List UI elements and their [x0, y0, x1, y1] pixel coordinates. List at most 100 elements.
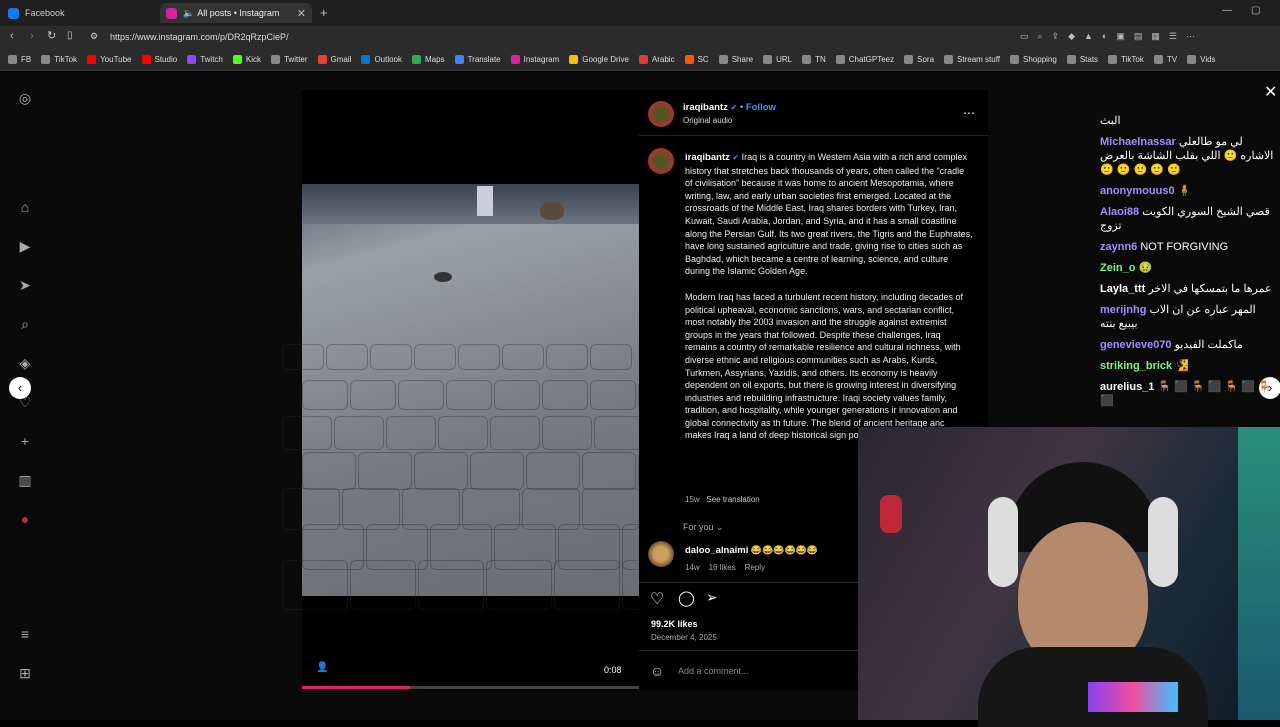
bookmark-item[interactable]: Studio — [141, 55, 177, 64]
bookmark-label: Maps — [425, 55, 445, 64]
bookmark-item[interactable]: TV — [1153, 55, 1177, 64]
tab-facebook[interactable]: Facebook — [2, 3, 158, 23]
caption-username[interactable]: iraqibantz — [685, 152, 730, 163]
chat-username[interactable]: Layla_ttt — [1100, 283, 1145, 295]
site-settings-icon[interactable]: ⚙ — [90, 31, 98, 42]
paving-tile — [526, 452, 580, 490]
bookmark-icon[interactable]: ▯ — [67, 30, 73, 41]
paving-tile — [542, 416, 592, 450]
minimize-button[interactable]: — — [1222, 5, 1232, 16]
chat-username[interactable]: Alaoi88 — [1100, 206, 1139, 218]
chat-username[interactable]: Zein_o — [1100, 262, 1135, 274]
bookmark-item[interactable]: Translate — [454, 55, 501, 64]
pigeon — [434, 272, 452, 282]
chat-username[interactable]: Michaelnassar — [1100, 136, 1176, 148]
bookmark-item[interactable]: Gmail — [317, 55, 351, 64]
mute-toggle-icon[interactable]: 👤 — [316, 662, 328, 673]
maximize-button[interactable]: ▢ — [1251, 5, 1260, 16]
bookmark-label: TN — [815, 55, 826, 64]
chat-username[interactable]: genevieve070 — [1100, 339, 1172, 351]
bookmark-icon — [569, 55, 579, 64]
bookmark-item[interactable]: URL — [763, 55, 792, 64]
bookmark-icon — [317, 55, 327, 64]
tab-instagram[interactable]: 🔈 All posts • Instagram ✕ — [160, 3, 312, 23]
more-options-icon[interactable]: ⋯ — [963, 106, 975, 120]
bookmark-label: Sora — [917, 55, 935, 64]
search-icon[interactable]: ⌕ — [17, 316, 33, 332]
like-icon[interactable]: ♡ — [650, 589, 664, 609]
author-username[interactable]: iraqibantz — [683, 102, 728, 113]
bookmark-item[interactable]: Vids — [1187, 55, 1216, 64]
share-icon[interactable]: ➢ — [706, 589, 718, 606]
also-from-meta-icon[interactable]: ⊞ — [17, 665, 33, 681]
paving-tile — [590, 380, 636, 410]
bookmark-item[interactable]: TikTok — [1108, 55, 1144, 64]
dashboard-icon[interactable]: ▥ — [17, 472, 33, 488]
bookmark-item[interactable]: Outlook — [361, 55, 402, 64]
see-translation-link[interactable]: See translation — [706, 495, 759, 504]
back-icon[interactable]: ‹ — [10, 30, 14, 42]
bookmark-item[interactable]: YouTube — [87, 55, 132, 64]
close-icon[interactable]: ✕ — [1264, 82, 1277, 102]
caption-avatar[interactable] — [648, 148, 674, 174]
bookmark-item[interactable]: Twitch — [187, 55, 223, 64]
home-icon[interactable]: ⌂ — [17, 199, 33, 215]
chat-username[interactable]: zaynn6 — [1100, 241, 1137, 253]
bookmark-item[interactable]: Instagram — [510, 55, 559, 64]
follow-button[interactable]: Follow — [746, 102, 776, 113]
profile-avatar-icon[interactable]: ● — [17, 511, 33, 527]
messages-icon[interactable]: ➤ — [17, 277, 33, 293]
reload-icon[interactable]: ↻ — [47, 29, 56, 42]
bookmark-item[interactable]: Kick — [232, 55, 261, 64]
chat-text: 🧍 — [1177, 185, 1192, 197]
bookmark-item[interactable]: Google Drive — [569, 55, 629, 64]
create-icon[interactable]: + — [17, 433, 33, 449]
bookmark-item[interactable]: Share — [718, 55, 753, 64]
url-input[interactable]: https://www.instagram.com/p/DR2qRzpCieP/ — [104, 29, 1004, 46]
reply-button[interactable]: Reply — [745, 563, 765, 572]
paving-tile — [282, 416, 332, 450]
paving-tile — [302, 380, 348, 410]
author-avatar[interactable] — [648, 101, 674, 127]
explore-icon[interactable]: ◈ — [17, 355, 33, 371]
instagram-logo-icon[interactable]: ◎ — [17, 90, 33, 106]
bookmark-item[interactable]: Twitter — [270, 55, 308, 64]
chat-username[interactable]: anonymouus0 — [1100, 185, 1175, 197]
paving-tile — [458, 344, 500, 370]
video-frame — [282, 184, 824, 610]
close-tab-icon[interactable]: ✕ — [297, 7, 306, 20]
emoji-icon[interactable]: ☺ — [650, 663, 664, 679]
likes-count[interactable]: 99.2K likes — [651, 619, 698, 629]
menu-icon[interactable]: ≡ — [17, 626, 33, 642]
comment-username[interactable]: daloo_alnaimi — [685, 545, 748, 556]
bookmark-item[interactable]: Stats — [1066, 55, 1098, 64]
forward-icon[interactable]: › — [30, 30, 34, 42]
reels-icon[interactable]: ▶ — [17, 238, 33, 254]
bookmark-item[interactable]: TN — [802, 55, 826, 64]
commenter-avatar[interactable] — [648, 541, 674, 567]
new-tab-button[interactable]: + — [320, 5, 328, 20]
chat-text: ماكملت الفيديو — [1174, 339, 1243, 351]
chat-username[interactable]: striking_brick — [1100, 360, 1172, 372]
chat-username[interactable]: merijnhg — [1100, 304, 1146, 316]
comment-icon[interactable]: ◯ — [678, 589, 695, 607]
chat-message: zaynn6 NOT FORGIVING — [1100, 240, 1275, 254]
speaker-icon: 🔈 — [183, 7, 195, 18]
previous-post-button[interactable]: ‹ — [9, 377, 31, 399]
toolbar-extension-icons[interactable]: ▭⌕⇪◆▲◐▣▤▦☰⋯ — [1020, 31, 1204, 42]
bookmark-item[interactable]: TikTok — [41, 55, 77, 64]
audio-label[interactable]: Original audio — [683, 116, 732, 125]
bookmark-item[interactable]: Sora — [904, 55, 934, 64]
bookmark-item[interactable]: Shopping — [1010, 55, 1057, 64]
bookmark-item[interactable]: FB — [8, 55, 31, 64]
bookmark-item[interactable]: SC — [684, 55, 709, 64]
comment-likes[interactable]: 16 likes — [709, 563, 736, 572]
bookmark-item[interactable]: Maps — [412, 55, 445, 64]
bookmark-item[interactable]: Stream stuff — [944, 55, 1000, 64]
bookmark-item[interactable]: ChatGPTeez — [835, 55, 894, 64]
bookmark-item[interactable]: Arabic — [638, 55, 675, 64]
chat-username[interactable]: aurelius_1 — [1100, 381, 1154, 393]
for-you-dropdown[interactable]: For you ⌄ — [683, 522, 724, 533]
chat-text: NOT FORGIVING — [1140, 241, 1229, 253]
add-comment-input[interactable]: Add a comment... — [678, 666, 749, 676]
